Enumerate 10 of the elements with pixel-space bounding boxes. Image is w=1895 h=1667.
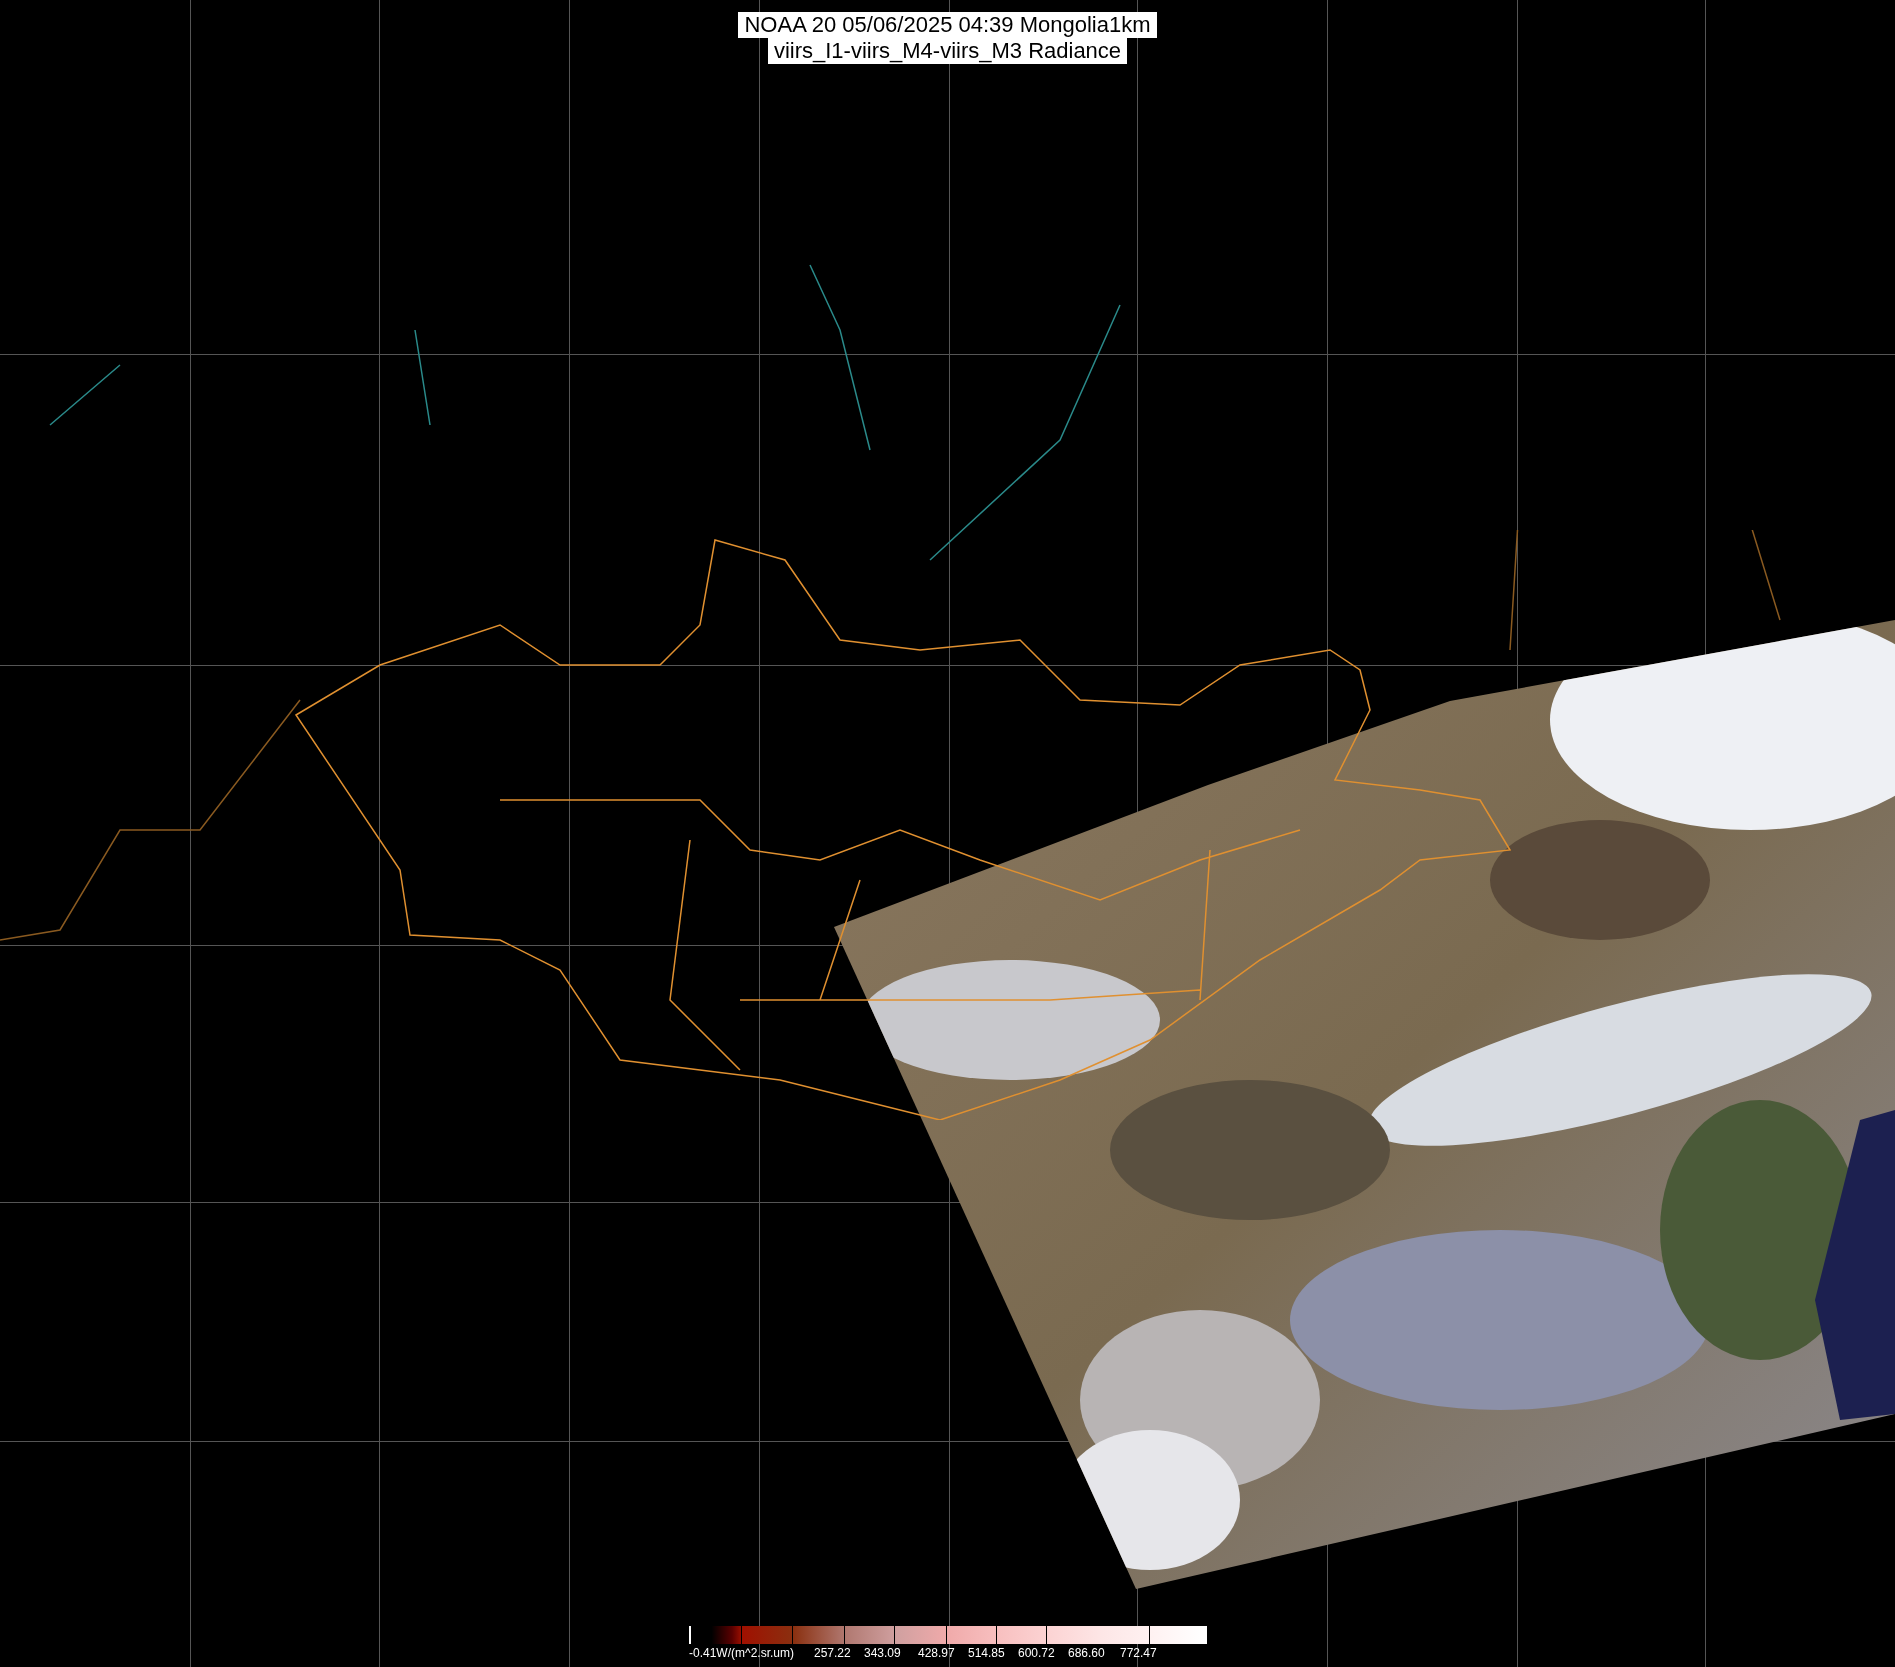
- scale-label: 343.09: [864, 1646, 901, 1660]
- image-title: NOAA 20 05/06/2025 04:39 Mongolia1km: [738, 12, 1157, 38]
- image-title: viirs_I1-viirs_M4-viirs_M3 Radiance: [767, 38, 1128, 64]
- scale-label: 257.22: [814, 1646, 851, 1660]
- scale-label: 514.85: [968, 1646, 1005, 1660]
- scale-label: 772.47: [1120, 1646, 1157, 1660]
- scale-label: 686.60: [1068, 1646, 1105, 1660]
- scale-label: 600.72: [1018, 1646, 1055, 1660]
- scale-label: 428.97: [918, 1646, 955, 1660]
- scale-label: -0.41W/(m^2.sr.um): [689, 1646, 794, 1660]
